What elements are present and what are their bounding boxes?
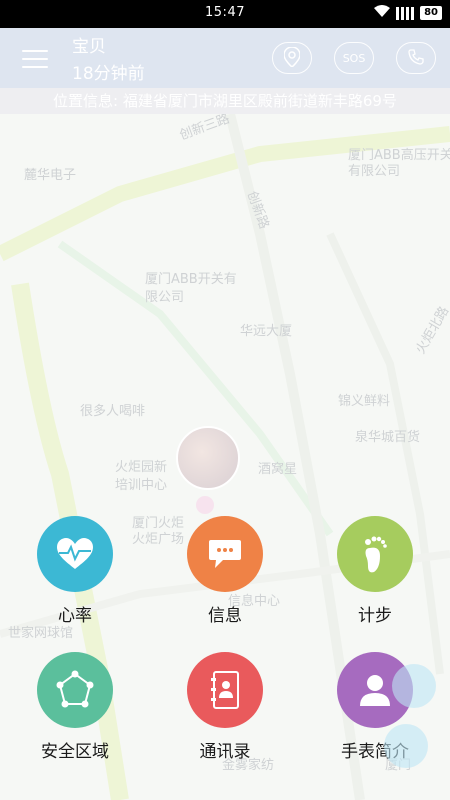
map-label: 有限公司	[348, 164, 401, 179]
sos-button[interactable]: SOS	[334, 42, 374, 74]
contacts-book-icon	[187, 652, 263, 728]
map-locate-button[interactable]	[384, 724, 428, 768]
map-label: 很多人喝啡	[80, 404, 146, 419]
map-label: 火炬园新	[115, 460, 168, 475]
wifi-icon	[374, 5, 391, 21]
signal-icon	[396, 6, 415, 20]
sos-label: SOS	[342, 51, 366, 65]
messages-button[interactable]: 信息	[165, 516, 285, 626]
map-label: 厦门ABB开关有	[145, 272, 237, 287]
map-label: 酒窝星	[258, 462, 298, 477]
map-label: 麓华电子	[24, 168, 77, 183]
map-zoom-button[interactable]	[392, 664, 436, 708]
footprint-icon	[337, 516, 413, 592]
map-label: 泉华城百货	[355, 430, 421, 445]
safe-zone-icon	[37, 652, 113, 728]
contacts-button[interactable]: 通讯录	[165, 652, 285, 762]
messages-label: 信息	[208, 606, 242, 626]
child-avatar-marker[interactable]	[176, 426, 240, 490]
location-pin-icon	[283, 45, 301, 70]
pedometer-button[interactable]: 计步	[315, 516, 435, 626]
call-button[interactable]	[396, 42, 436, 74]
safe-zone-button[interactable]: 安全区域	[15, 652, 135, 762]
map-label: 限公司	[145, 290, 185, 305]
hamburger-menu-icon[interactable]	[22, 50, 48, 68]
safe-zone-label: 安全区域	[41, 742, 109, 762]
message-icon	[187, 516, 263, 592]
contacts-label: 通讯录	[199, 742, 251, 762]
top-header: 宝贝 18分钟前 SOS	[0, 28, 450, 88]
pedometer-label: 计步	[358, 606, 392, 626]
heart-rate-button[interactable]: 心率	[15, 516, 135, 626]
heart-rate-icon	[37, 516, 113, 592]
location-dot	[196, 496, 214, 514]
phone-icon	[408, 48, 424, 68]
heart-rate-label: 心率	[58, 606, 92, 626]
map-label: 培训中心	[115, 478, 168, 493]
map-label: 锦义鲜料	[338, 394, 391, 409]
last-update-time: 18分钟前	[72, 64, 145, 84]
map-label: 华远大厦	[240, 324, 293, 339]
location-info-bar: 位置信息: 福建省厦门市湖里区殿前街道新丰路69号	[0, 88, 450, 114]
status-bar: 15:47 80	[0, 0, 450, 28]
child-name: 宝贝	[72, 37, 106, 57]
battery-indicator: 80	[420, 6, 442, 20]
locate-button[interactable]	[272, 42, 312, 74]
